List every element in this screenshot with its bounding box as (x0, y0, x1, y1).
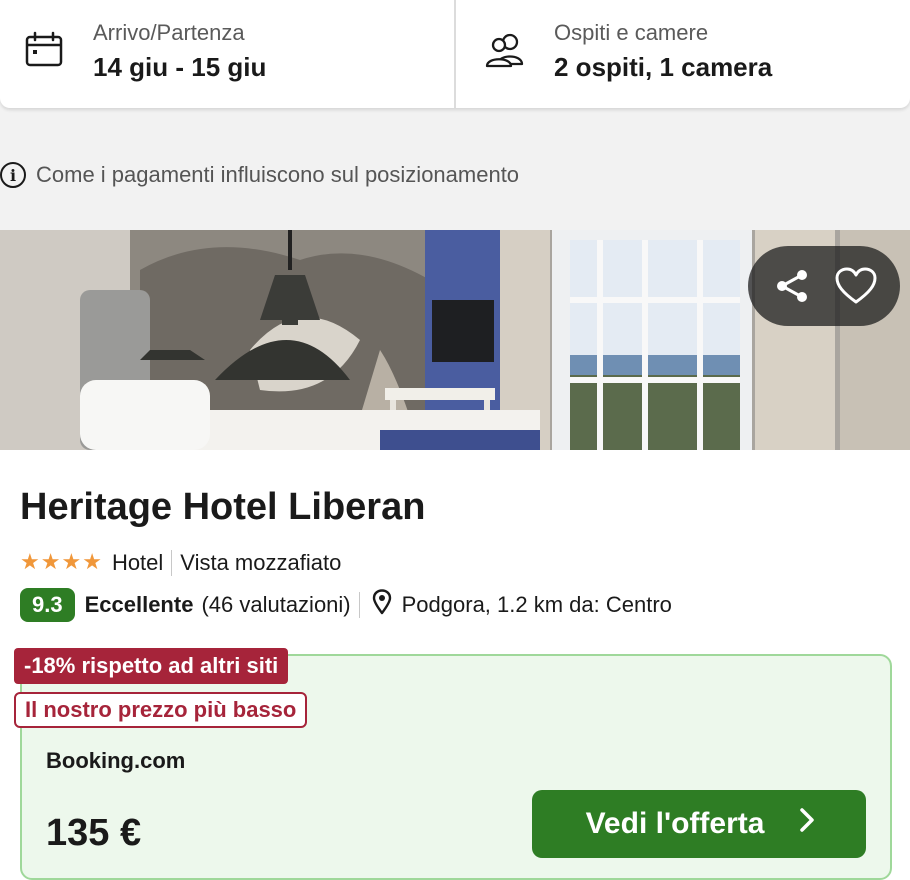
view-offer-label: Vedi l'offerta (585, 807, 765, 840)
dates-selector[interactable]: Arrivo/Partenza 14 giu - 15 giu (0, 0, 456, 108)
hotel-type: Hotel (111, 550, 164, 575)
rating-count: (46 valutazioni) (201, 592, 351, 617)
star-icon: ★ (40, 550, 61, 575)
divider (358, 592, 360, 618)
star-icon: ★ (82, 550, 102, 575)
calendar-icon (24, 30, 64, 75)
heart-icon[interactable] (828, 258, 884, 314)
guests-selector[interactable]: Ospiti e camere 2 ospiti, 1 camera (456, 0, 910, 108)
star-icon: ★ (20, 550, 40, 575)
chevron-right-icon (798, 807, 816, 841)
price: 135 € (46, 812, 142, 854)
location-pin-icon (372, 589, 392, 621)
rating-row[interactable]: 9.3 Eccellente (46 valutazioni) Podgora,… (20, 588, 672, 622)
rating-word: Eccellente (84, 592, 194, 617)
view-offer-button[interactable]: Vedi l'offerta (532, 790, 866, 858)
guests-value: 2 ospiti, 1 camera (554, 52, 773, 82)
hotel-name[interactable]: Heritage Hotel Liberan (20, 486, 425, 529)
lowest-price-badge: Il nostro prezzo più basso (14, 692, 308, 728)
dates-label: Arrivo/Partenza (93, 20, 245, 45)
photo-actions (748, 246, 900, 326)
dates-value: 14 giu - 15 giu (93, 52, 267, 82)
ranking-notice-text: Come i pagamenti influiscono sul posizio… (36, 162, 520, 187)
search-bar: Arrivo/Partenza 14 giu - 15 giu Ospiti e… (0, 0, 910, 108)
hotel-feature: Vista mozzafiato (180, 550, 342, 575)
score-badge: 9.3 (20, 588, 75, 622)
hotel-meta: ★ ★ ★ ★ Hotel Vista mozzafiato (20, 550, 341, 576)
share-icon[interactable] (764, 258, 820, 314)
star-icon: ★ (61, 550, 82, 575)
divider (171, 550, 173, 576)
provider-name: Booking.com (46, 748, 186, 773)
hotel-location: Podgora, 1.2 km da: Centro (401, 592, 672, 617)
users-icon (484, 30, 528, 75)
star-rating: ★ ★ ★ ★ (20, 552, 102, 574)
discount-badge: -18% rispetto ad altri siti (14, 648, 289, 684)
info-icon: i (0, 162, 26, 188)
guests-label: Ospiti e camere (554, 20, 709, 45)
ranking-notice[interactable]: i Come i pagamenti influiscono sul posiz… (0, 160, 519, 190)
